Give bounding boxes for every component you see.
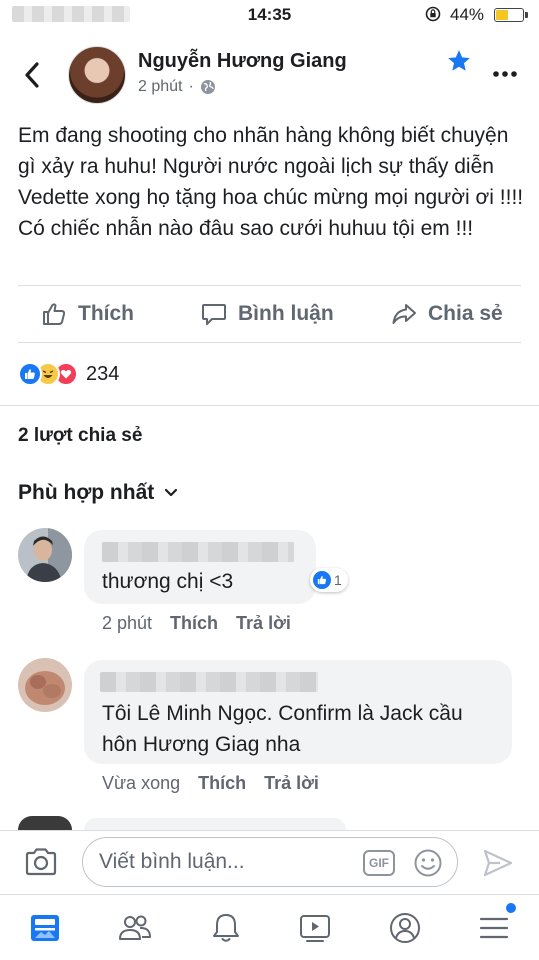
post-meta: 2 phút ·: [138, 78, 216, 96]
notifications-icon: [213, 914, 239, 942]
reaction-count: 234: [86, 362, 120, 385]
news-feed-icon: [31, 915, 59, 941]
comment-label: Bình luận: [238, 302, 334, 325]
like-reaction-icon: [18, 362, 42, 386]
comment-input[interactable]: [99, 846, 349, 878]
author-name[interactable]: Nguyễn Hương Giang: [138, 50, 347, 73]
sort-label: Phù hợp nhất: [18, 481, 155, 504]
meta-separator: ·: [188, 78, 194, 95]
friends-icon: [119, 915, 151, 940]
post-time[interactable]: 2 phút: [138, 78, 182, 96]
tab-profile[interactable]: [386, 909, 424, 947]
comment-meta: 2 phút Thích Trả lời: [102, 613, 291, 634]
tab-notifications[interactable]: [207, 909, 245, 947]
comment-text: thương chị <3: [102, 570, 234, 593]
tab-news-feed[interactable]: [26, 909, 64, 947]
comment-bubble[interactable]: Tôi Lê Minh Ngọc. Confirm là Jack cầu hô…: [84, 660, 512, 764]
reactions-summary[interactable]: 234: [18, 360, 119, 388]
divider: [0, 405, 539, 406]
back-button[interactable]: [20, 58, 44, 92]
favorite-star-button[interactable]: [446, 48, 472, 74]
comment-time: Vừa xong: [102, 773, 181, 793]
more-options-button[interactable]: [492, 70, 518, 78]
like-label: Thích: [78, 302, 134, 325]
comment-button[interactable]: Bình luận: [200, 296, 334, 332]
comment-like-count: 1: [334, 572, 342, 588]
comment-text: Tôi Lê Minh Ngọc. Confirm là Jack cầu hô…: [102, 702, 463, 756]
commenter-avatar[interactable]: [18, 528, 72, 582]
commenter-name-blurred: [102, 542, 294, 562]
commenter-avatar[interactable]: [18, 658, 72, 712]
emoji-button[interactable]: [413, 848, 443, 878]
chevron-down-icon: [165, 488, 178, 497]
shares-count[interactable]: 2 lượt chia sẻ: [18, 425, 142, 447]
send-button[interactable]: [482, 847, 514, 879]
menu-icon: [479, 917, 509, 939]
bottom-tab-bar: [0, 894, 539, 960]
comment-bubble-icon: [202, 304, 226, 325]
battery-icon: [494, 8, 524, 22]
like-reaction-icon: [313, 571, 331, 589]
divider: [18, 285, 521, 286]
comment-composer: GIF: [0, 830, 539, 894]
battery-percent: 44%: [450, 5, 485, 24]
comment-like-count-badge[interactable]: 1: [310, 568, 348, 592]
divider: [18, 342, 521, 343]
comment-like-button[interactable]: Thích: [170, 613, 218, 634]
tab-friends[interactable]: [116, 909, 154, 947]
comment-like-button[interactable]: Thích: [198, 773, 246, 794]
comment-reply-button[interactable]: Trả lời: [236, 613, 291, 634]
status-bar: 14:35 44%: [0, 0, 539, 30]
battery-tip: [525, 12, 528, 18]
share-label: Chia sẻ: [428, 302, 503, 325]
tab-watch[interactable]: [296, 909, 334, 947]
camera-button[interactable]: [24, 847, 58, 877]
gif-button[interactable]: GIF: [363, 850, 395, 876]
comment-bubble[interactable]: thương chị <3: [84, 530, 316, 604]
thumbs-up-icon: [43, 303, 66, 325]
profile-icon: [390, 913, 420, 943]
post-text: Em đang shooting cho nhãn hàng không biế…: [18, 124, 524, 240]
orientation-lock-icon: [425, 6, 441, 22]
like-button[interactable]: Thích: [40, 296, 134, 332]
comment-meta: Vừa xong Thích Trả lời: [102, 773, 319, 794]
comment-bubble[interactable]: [84, 818, 346, 830]
share-arrow-icon: [392, 304, 416, 324]
comment-input-field[interactable]: GIF: [82, 837, 458, 887]
comment-reply-button[interactable]: Trả lời: [264, 773, 319, 794]
commenter-name-blurred: [100, 672, 318, 692]
commenter-avatar[interactable]: [18, 816, 72, 830]
share-button[interactable]: Chia sẻ: [390, 296, 503, 332]
globe-icon: [200, 80, 215, 94]
menu-notification-dot: [506, 903, 516, 913]
tab-menu[interactable]: [475, 909, 513, 947]
watch-icon: [300, 915, 330, 942]
battery-level: [496, 10, 509, 20]
comment-time: 2 phút: [102, 613, 153, 633]
author-avatar[interactable]: [68, 46, 126, 104]
comment-sort-dropdown[interactable]: Phù hợp nhất: [18, 481, 178, 505]
